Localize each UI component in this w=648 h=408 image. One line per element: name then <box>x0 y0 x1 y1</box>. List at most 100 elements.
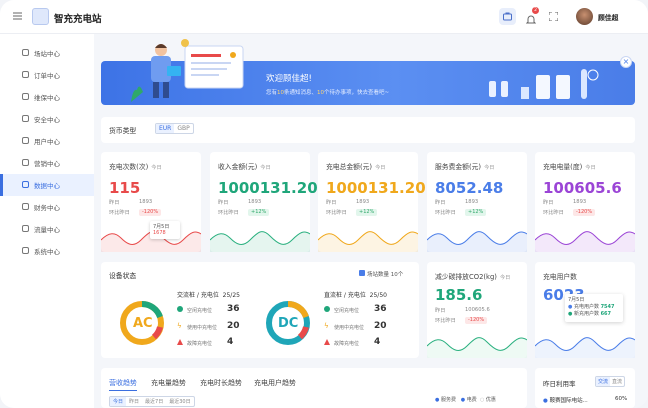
co2-title: 减少碳排放CO2(kg) 今日 <box>435 273 511 281</box>
co2-card: 减少碳排放CO2(kg) 今日 185.6 昨日 100605.6 环比昨日 -120… <box>427 262 527 358</box>
sidebar-item-users[interactable]: 用户中心 <box>0 130 94 152</box>
kpi-ratio: 环比昨日 +12% <box>218 209 270 216</box>
currency-toggle[interactable]: EUR GBP <box>155 123 194 134</box>
warning-icon <box>177 339 183 345</box>
kpi-ratio: 环比昨日 +12% <box>326 209 378 216</box>
range-yesterday[interactable]: 昨日 <box>126 397 142 406</box>
bolt-icon: ϟ <box>324 322 329 330</box>
kpi-yesterday: 昨日 1893 <box>218 199 262 206</box>
dc-label: DC <box>278 316 299 331</box>
briefcase-icon[interactable] <box>499 8 516 25</box>
ac-label: AC <box>133 316 153 331</box>
kpi-value: 115 <box>109 179 141 197</box>
device-title: 设备状态 <box>109 272 137 280</box>
sidebar-item-traffic[interactable]: 流量中心 <box>0 218 94 240</box>
kpi-yesterday: 昨日 1893 <box>326 199 370 206</box>
logo-icon <box>32 8 49 25</box>
sidebar-item-maintenance[interactable]: 维保中心 <box>0 86 94 108</box>
util-item: ● 鞍赛国际电站... <box>543 398 588 404</box>
user-icon <box>22 137 29 144</box>
menu-icon[interactable] <box>13 12 22 20</box>
person-illustration <box>131 39 244 102</box>
co2-ratio: 环比昨日 -120% <box>435 317 488 324</box>
tab-duration[interactable]: 充电时长趋势 <box>200 378 242 388</box>
user-name[interactable]: 顾佳超 <box>598 12 618 22</box>
kpi-yesterday: 昨日 1893 <box>109 199 153 206</box>
site-count: 场站数量 10个 <box>359 270 403 278</box>
kpi-yesterday: 昨日 1893 <box>435 199 479 206</box>
maintenance-icon <box>22 93 29 100</box>
kpi-card-energy: 充电电量(度) 今日 100605.6 昨日 1893 环比昨日 -120% <box>535 152 635 252</box>
util-dc[interactable]: 直流 <box>610 377 624 386</box>
util-ac[interactable]: 交流 <box>596 377 611 386</box>
notification-badge: 2 <box>532 7 539 14</box>
kpi-ratio: 环比昨日 +12% <box>435 209 487 216</box>
kpi-value: 8052.48 <box>435 179 504 197</box>
kpi-sparkline <box>210 231 310 252</box>
util-title: 昨日利用率 <box>543 380 576 388</box>
top-bar: 智充充电站 2 顾佳超 <box>0 0 648 34</box>
range-toggle[interactable]: 今日 昨日 最近7日 最近30日 <box>109 396 195 407</box>
util-toggle[interactable]: 交流 直流 <box>595 376 626 387</box>
banner-title: 欢迎顾佳超! <box>266 74 312 84</box>
sidebar-item-orders[interactable]: 订单中心 <box>0 64 94 86</box>
warning-icon <box>324 339 330 345</box>
kpi-ratio: 环比昨日 -120% <box>543 209 596 216</box>
sidebar-item-marketing[interactable]: 营销中心 <box>0 152 94 174</box>
idle-icon <box>324 306 330 312</box>
gear-icon <box>22 247 29 254</box>
utilization-card: 昨日利用率 交流 直流 ● 鞍赛国际电站... 60% <box>535 368 635 408</box>
users-sparkline <box>535 337 635 358</box>
currency-option-eur[interactable]: EUR <box>156 124 175 133</box>
close-icon[interactable]: × <box>620 56 632 68</box>
app-window: 智充充电站 2 顾佳超 场站中心 订单中心 维保中心 安全中心 用户中心 营销中… <box>0 0 648 408</box>
sidebar-item-data[interactable]: 数据中心 <box>0 174 94 196</box>
kpi-card-service-fee: 服务费金额(元) 今日 8052.48 昨日 1893 环比昨日 +12% <box>427 152 527 252</box>
sidebar-item-security[interactable]: 安全中心 <box>0 108 94 130</box>
sidebar-item-finance[interactable]: 财务中心 <box>0 196 94 218</box>
tab-energy[interactable]: 充电量趋势 <box>151 378 186 388</box>
kpi-value: 1000131.20 <box>326 179 426 197</box>
range-7d[interactable]: 最近7日 <box>142 397 166 406</box>
kpi-title: 充电次数(次) 今日 <box>109 163 162 171</box>
dc-header: 直流桩 / 充电位 25/50 <box>324 292 387 299</box>
trend-legend: ● 服务费 ● 电费 ○ 优惠 <box>435 397 496 403</box>
orders-icon <box>22 71 29 78</box>
kpi-title: 服务费金额(元) 今日 <box>435 163 495 171</box>
data-icon <box>22 181 29 188</box>
sidebar-item-station[interactable]: 场站中心 <box>0 42 94 64</box>
kpi-sparkline <box>427 231 527 252</box>
tab-revenue[interactable]: 营收趋势 <box>109 378 137 391</box>
kpi-value: 100605.6 <box>543 179 622 197</box>
range-30d[interactable]: 最近30日 <box>166 397 193 406</box>
co2-value: 185.6 <box>435 286 483 304</box>
users-title: 充电用户数 <box>543 273 577 281</box>
banner-subtitle: 您有10条通知消息、10个待办事项，快去查看吧~ <box>266 90 390 96</box>
kpi-ratio: 环比昨日 -120% <box>109 209 162 216</box>
building-icon <box>359 270 365 276</box>
kpi-card-income: 收入金额(元) 今日 1000131.20 昨日 1893 环比昨日 +12% <box>210 152 318 252</box>
co2-sparkline <box>427 337 527 358</box>
traffic-icon <box>22 225 29 232</box>
bolt-icon: ϟ <box>177 322 182 330</box>
currency-option-gbp[interactable]: GBP <box>174 124 192 133</box>
kpi-sparkline <box>318 231 418 252</box>
fullscreen-icon[interactable] <box>549 12 558 21</box>
kpi-tooltip: 7月5日 1678 <box>150 221 180 239</box>
trend-card: 营收趋势 充电量趋势 充电时长趋势 充电用户趋势 今日 昨日 最近7日 最近30… <box>101 368 527 408</box>
users-tooltip: 7月5日 ● 充电用户数 7547 ● 新充用户数 667 <box>565 294 623 322</box>
shield-icon <box>22 115 29 122</box>
app-title: 智充充电站 <box>54 14 102 25</box>
kpi-title: 充电总金额(元) 今日 <box>326 163 386 171</box>
users-card: 充电用户数 6023 7月5日 ● 充电用户数 7547 ● 新充用户数 667 <box>535 262 635 358</box>
currency-label: 货币类型 <box>109 127 137 135</box>
charger-illustration <box>489 69 599 99</box>
device-status-card: 设备状态 场站数量 10个 AC 交流桩 / 充电位 25/25 空闲充电位 3… <box>101 262 419 358</box>
co2-yesterday: 昨日 100605.6 <box>435 307 490 314</box>
sidebar-item-system[interactable]: 系统中心 <box>0 240 94 262</box>
avatar[interactable] <box>576 8 593 25</box>
range-today[interactable]: 今日 <box>110 397 127 406</box>
tab-users[interactable]: 充电用户趋势 <box>254 378 296 388</box>
currency-card: 货币类型 EUR GBP <box>101 117 635 143</box>
kpi-title: 充电电量(度) 今日 <box>543 163 596 171</box>
